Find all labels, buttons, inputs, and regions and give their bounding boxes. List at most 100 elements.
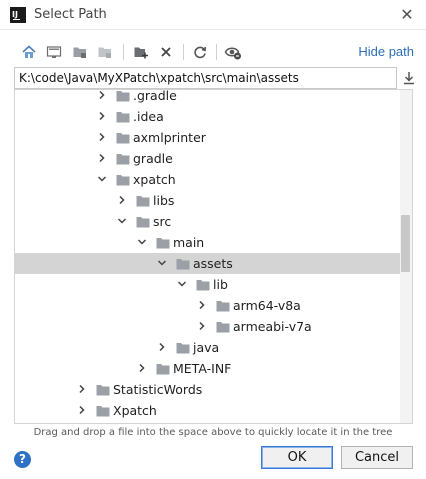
folder-icon [96, 405, 110, 417]
help-button[interactable]: ? [14, 451, 31, 468]
refresh-icon [194, 46, 207, 59]
desktop-icon [46, 46, 62, 58]
tree-row[interactable]: gradle [15, 148, 401, 169]
tree-item-label: arm64-v8a [233, 298, 301, 313]
tree-row[interactable]: java [15, 337, 401, 358]
cancel-button[interactable]: Cancel [341, 446, 413, 469]
chevron-right-icon[interactable] [117, 195, 127, 205]
folder-icon [196, 279, 210, 291]
home-icon [22, 45, 36, 58]
folder-icon [156, 363, 170, 375]
close-window-button[interactable]: ✕ [396, 4, 418, 26]
vertical-scrollbar[interactable] [400, 90, 412, 423]
chevron-right-icon[interactable] [157, 342, 167, 352]
download-arrow-icon [404, 72, 414, 85]
tree-row[interactable]: Xpatch [15, 400, 401, 421]
tree-row[interactable]: armeabi-v7a [15, 316, 401, 337]
chevron-down-icon[interactable] [117, 216, 127, 226]
chevron-down-icon[interactable] [157, 258, 167, 268]
folder-icon [116, 111, 130, 123]
chevron-right-icon[interactable] [197, 321, 207, 331]
chevron-right-icon[interactable] [97, 90, 107, 100]
tree-item-label: StatisticWords [113, 382, 203, 397]
folder-icon [116, 153, 130, 165]
folder-icon [176, 342, 190, 354]
toolbar-separator [216, 44, 217, 60]
chevron-down-icon[interactable] [137, 237, 147, 247]
chevron-right-icon[interactable] [77, 405, 87, 415]
tree-item-label: .gradle [133, 89, 177, 103]
desktop-button[interactable] [43, 41, 65, 63]
tree-row[interactable]: libs [15, 190, 401, 211]
chevron-right-icon[interactable] [77, 384, 87, 394]
tree-row[interactable]: main [15, 232, 401, 253]
new-folder-button[interactable] [130, 41, 152, 63]
chevron-right-icon[interactable] [97, 153, 107, 163]
chevron-right-icon[interactable] [97, 111, 107, 121]
ok-button[interactable]: OK [261, 446, 333, 469]
tree-row[interactable]: assets [15, 253, 401, 274]
delete-button[interactable] [155, 41, 177, 63]
tree-row[interactable]: .idea [15, 106, 401, 127]
chevron-right-icon[interactable] [197, 300, 207, 310]
tree-row[interactable]: src [15, 211, 401, 232]
tree-row[interactable]: .gradle [15, 89, 401, 106]
chevron-right-icon[interactable] [97, 132, 107, 142]
folder-icon [136, 195, 150, 207]
tree-row[interactable]: lib [15, 274, 401, 295]
toolbar: Hide path [0, 38, 426, 66]
tree-row[interactable]: StatisticWords [15, 379, 401, 400]
tree-item-label: META-INF [173, 361, 232, 376]
show-hidden-files-icon [224, 47, 241, 60]
tree-row[interactable]: arm64-v8a [15, 295, 401, 316]
file-tree[interactable]: .gradle .idea axmlprinter gradle xpatch libs s… [14, 89, 413, 424]
show-hidden-files-button[interactable] [222, 41, 244, 63]
folder-icon [136, 216, 150, 228]
refresh-button[interactable] [189, 41, 211, 63]
tree-item-label: gradle [133, 151, 173, 166]
path-row [14, 67, 418, 89]
folder-icon [116, 132, 130, 144]
folder-icon [176, 258, 190, 270]
module-folder-icon [98, 47, 111, 58]
scrollbar-thumb[interactable] [401, 215, 410, 272]
delete-icon [161, 47, 171, 57]
chevron-down-icon[interactable] [97, 174, 107, 184]
folder-icon [216, 321, 230, 333]
tree-row[interactable]: META-INF [15, 358, 401, 379]
folder-icon [116, 90, 130, 102]
tree-item-label: src [153, 214, 172, 229]
tree-row[interactable]: axmlprinter [15, 127, 401, 148]
tree-item-label: lib [213, 277, 228, 292]
tree-item-label: libs [153, 193, 175, 208]
folder-icon [96, 384, 110, 396]
project-folder-icon [73, 47, 86, 58]
window-title: Select Path [34, 7, 107, 22]
toolbar-separator [183, 44, 184, 60]
path-history-button[interactable] [400, 69, 418, 87]
intellij-app-icon: IJ [10, 7, 26, 23]
home-button[interactable] [18, 41, 40, 63]
chevron-down-icon[interactable] [177, 279, 187, 289]
tree-item-label: armeabi-v7a [233, 319, 312, 334]
tree-item-label: Xpatch [113, 403, 157, 418]
folder-icon [116, 174, 130, 186]
tree-row[interactable]: xpatch [15, 169, 401, 190]
app-icon-text: IJ [12, 10, 18, 19]
tree-item-label: main [173, 235, 205, 250]
help-icon: ? [19, 452, 26, 466]
tree-item-label: assets [193, 256, 233, 271]
project-folder-button[interactable] [69, 41, 91, 63]
tree-item-label: java [193, 340, 220, 355]
tree-item-label: .idea [133, 109, 164, 124]
drag-drop-hint: Drag and drop a file into the space abov… [33, 427, 393, 438]
folder-icon [216, 300, 230, 312]
module-folder-button[interactable] [94, 41, 116, 63]
chevron-right-icon[interactable] [137, 363, 147, 373]
new-folder-icon [134, 47, 148, 59]
folder-icon [156, 237, 170, 249]
hide-path-link[interactable]: Hide path [358, 44, 414, 59]
path-input[interactable] [14, 67, 397, 89]
title-bar: IJ Select Path ✕ [0, 0, 426, 30]
toolbar-separator [123, 44, 124, 60]
